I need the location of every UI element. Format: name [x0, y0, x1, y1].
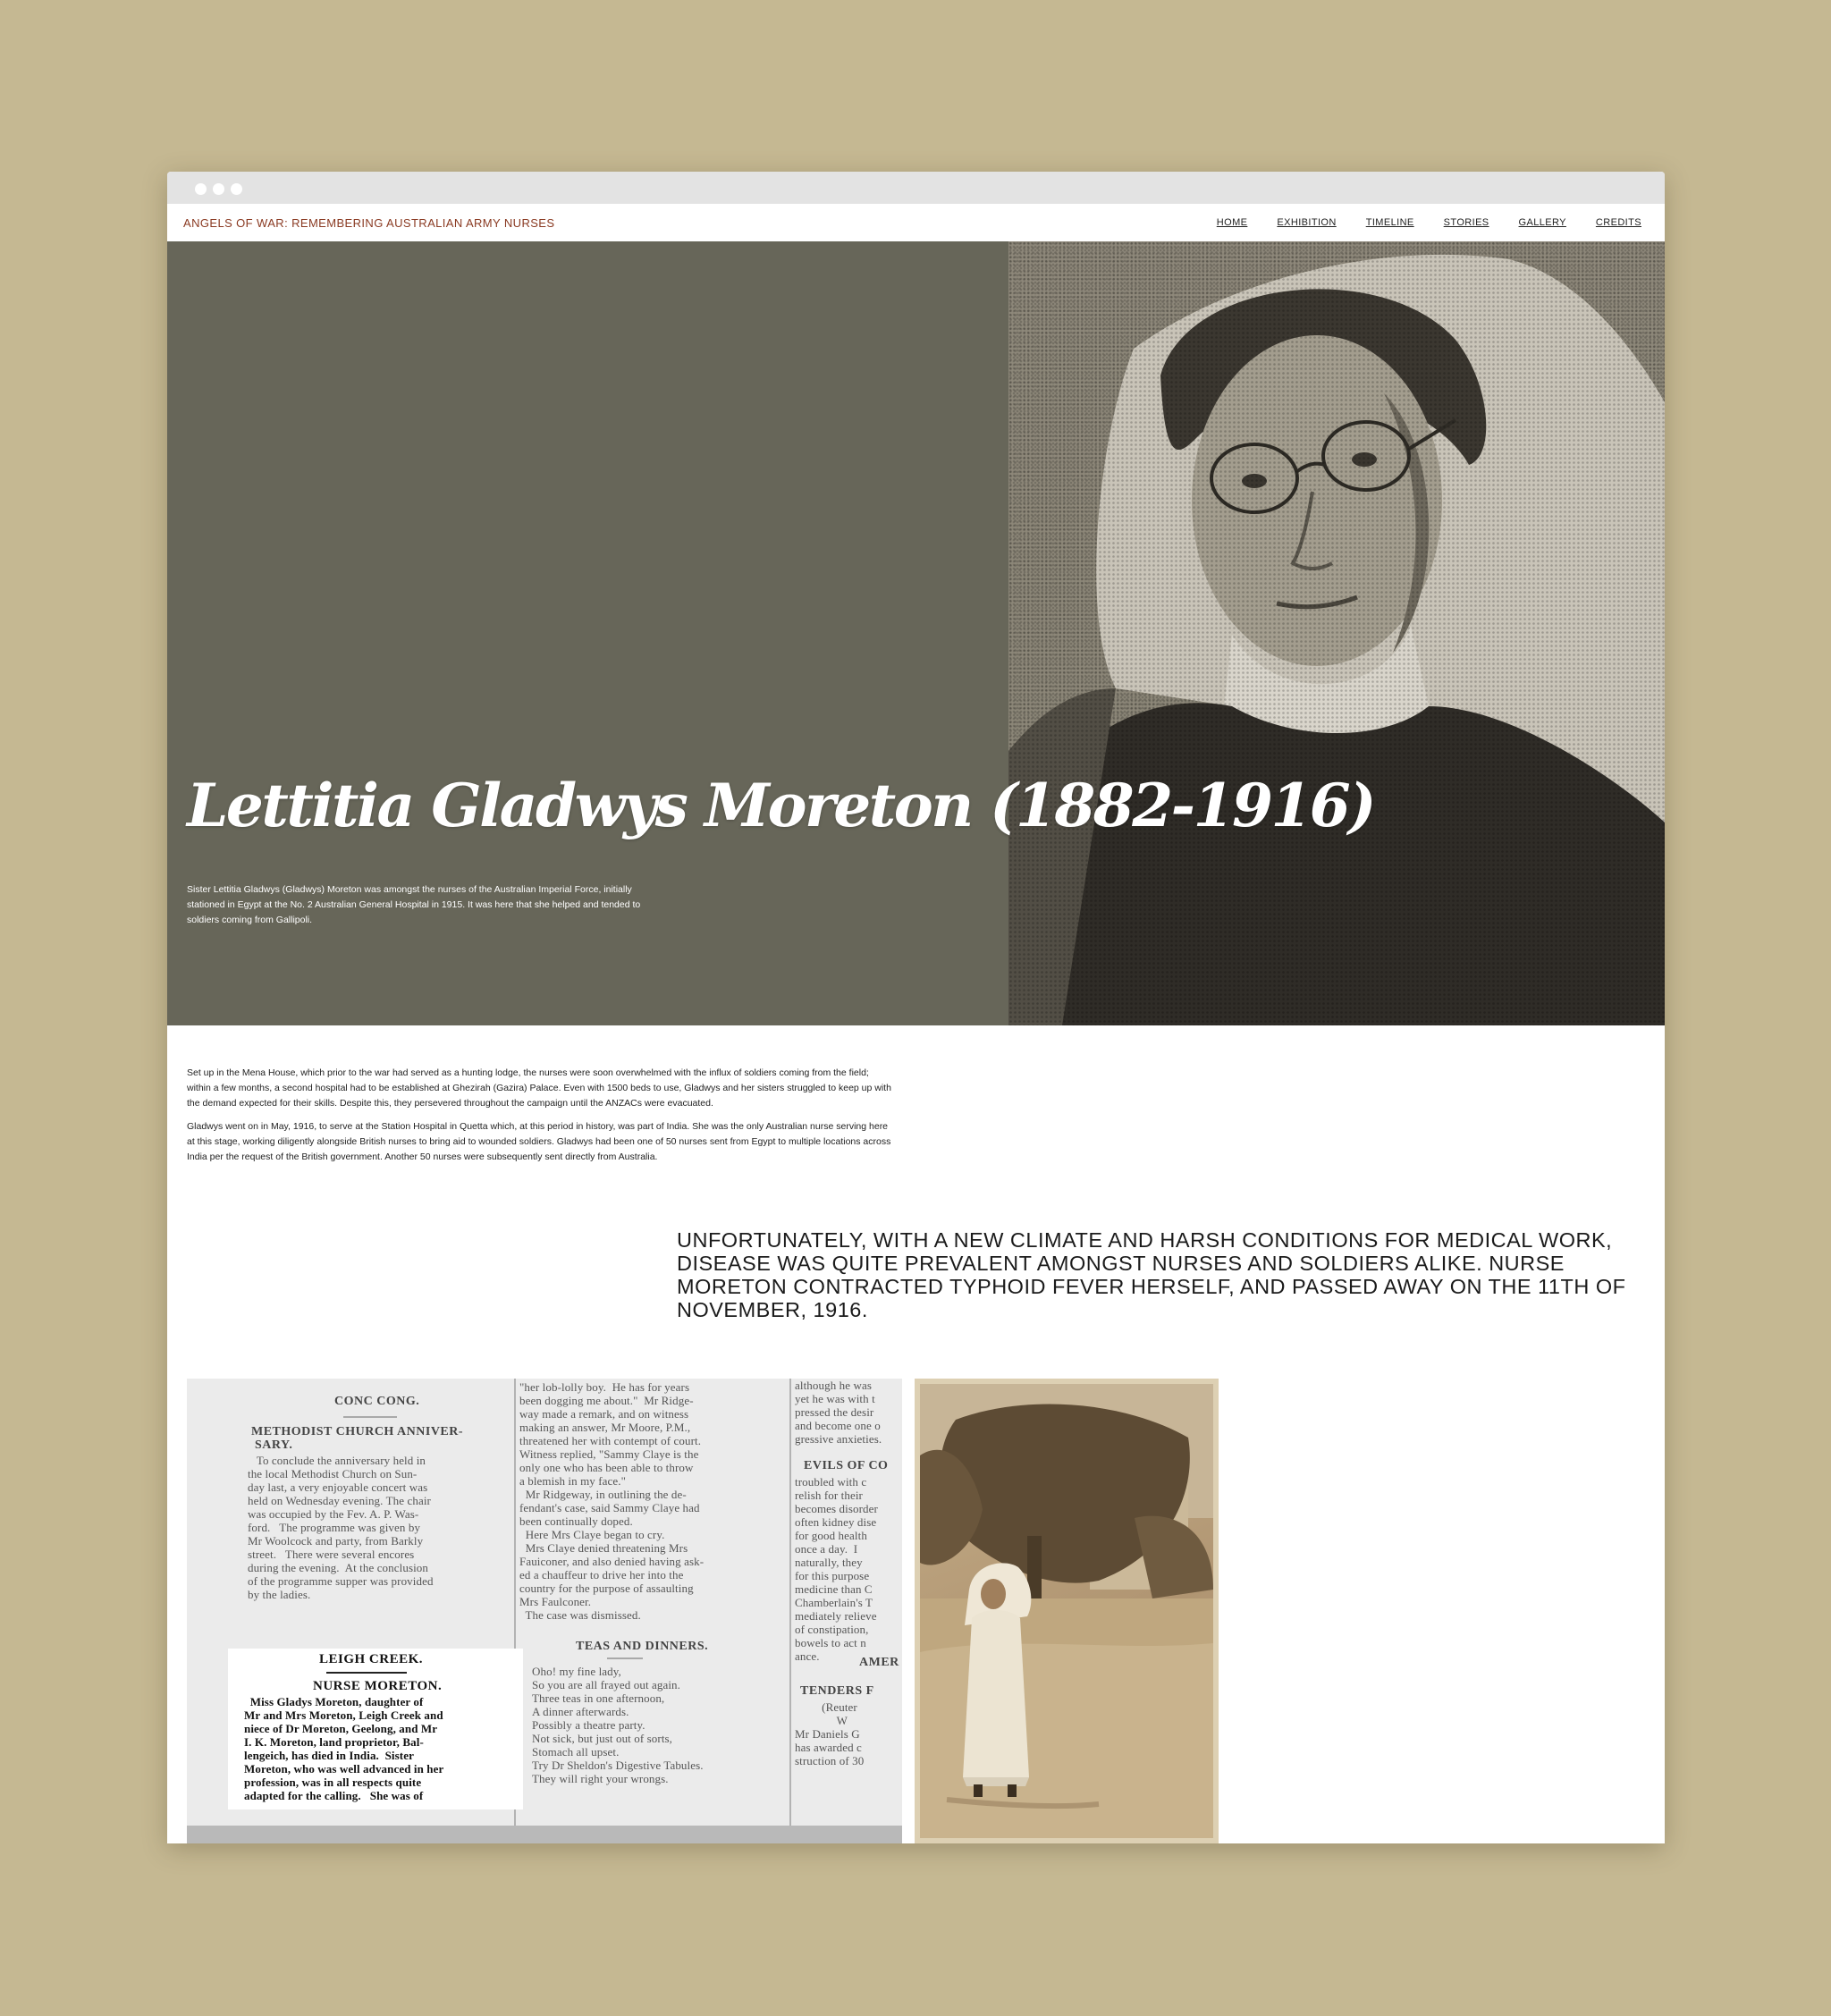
newspaper-clipping-image: CONC CONG. METHODIST CHURCH ANNIVER- SAR… [187, 1379, 902, 1843]
nav-credits[interactable]: CREDITS [1596, 217, 1641, 228]
window-dot-icon [213, 183, 224, 195]
clipping-rule [607, 1658, 643, 1659]
clipping-column-text: To conclude the anniversary held in the … [248, 1454, 434, 1601]
nav-home[interactable]: HOME [1217, 217, 1248, 228]
notice-rule [326, 1672, 407, 1674]
clipping-rule [343, 1416, 397, 1418]
pull-quote: Unfortunately, with a new climate and ha… [677, 1228, 1626, 1321]
nav-gallery[interactable]: GALLERY [1519, 217, 1566, 228]
clipping-heading: AMER [859, 1656, 899, 1669]
clipping-heading: TEAS AND DINNERS. [576, 1640, 709, 1653]
notice-text: Miss Gladys Moreton, daughter of Mr and … [244, 1695, 444, 1802]
column-divider [789, 1379, 791, 1843]
clipping-edge [187, 1826, 902, 1843]
body-paragraph: Set up in the Mena House, which prior to… [187, 1067, 891, 1109]
clipping-column-text: Oho! my fine lady, So you are all frayed… [532, 1665, 704, 1785]
site-title[interactable]: ANGELS OF WAR: REMEMBERING AUSTRALIAN AR… [183, 216, 554, 230]
nurse-garden-photo [915, 1379, 1219, 1843]
clipping-column-text: although he was yet he was with t presse… [795, 1379, 882, 1446]
clipping-column-text: troubled with c relish for their becomes… [795, 1475, 878, 1663]
browser-window: ANGELS OF WAR: REMEMBERING AUSTRALIAN AR… [167, 172, 1665, 1843]
death-notice: LEIGH CREEK. NURSE MORETON. Miss Gladys … [228, 1649, 523, 1809]
clipping-heading: TENDERS F [800, 1684, 874, 1698]
nav-exhibition[interactable]: EXHIBITION [1277, 217, 1336, 228]
site-header: ANGELS OF WAR: REMEMBERING AUSTRALIAN AR… [167, 204, 1665, 241]
notice-heading: LEIGH CREEK. [319, 1652, 424, 1666]
notice-heading: NURSE MORETON. [313, 1679, 443, 1693]
body-paragraph: Gladwys went on in May, 1916, to serve a… [187, 1121, 891, 1162]
clipping-heading: EVILS OF CO [804, 1459, 889, 1472]
nurse-portrait-photo [1008, 241, 1665, 1025]
window-chrome [167, 172, 1665, 204]
page-title: Lettitia Gladwys Moreton (1882-1916) [187, 771, 1376, 841]
hero-section: Lettitia Gladwys Moreton (1882-1916) Sis… [167, 241, 1665, 1025]
nav-timeline[interactable]: TIMELINE [1366, 217, 1414, 228]
hero-intro-text: Sister Lettitia Gladwys (Gladwys) Moreto… [187, 883, 641, 925]
nav-stories[interactable]: STORIES [1444, 217, 1489, 228]
clipping-column-text: (Reuter W Mr Daniels G has awarded c str… [795, 1700, 865, 1767]
window-dot-icon [231, 183, 242, 195]
clipping-heading: CONC CONG. [334, 1395, 420, 1408]
window-dot-icon [195, 183, 207, 195]
clipping-heading: METHODIST CHURCH ANNIVER- SARY. [251, 1425, 464, 1452]
clipping-column-text: "her lob-lolly boy. He has for years bee… [519, 1380, 705, 1622]
article-body: Set up in the Mena House, which prior to… [187, 1066, 893, 1173]
main-nav: HOME EXHIBITION TIMELINE STORIES GALLERY… [1217, 217, 1641, 228]
